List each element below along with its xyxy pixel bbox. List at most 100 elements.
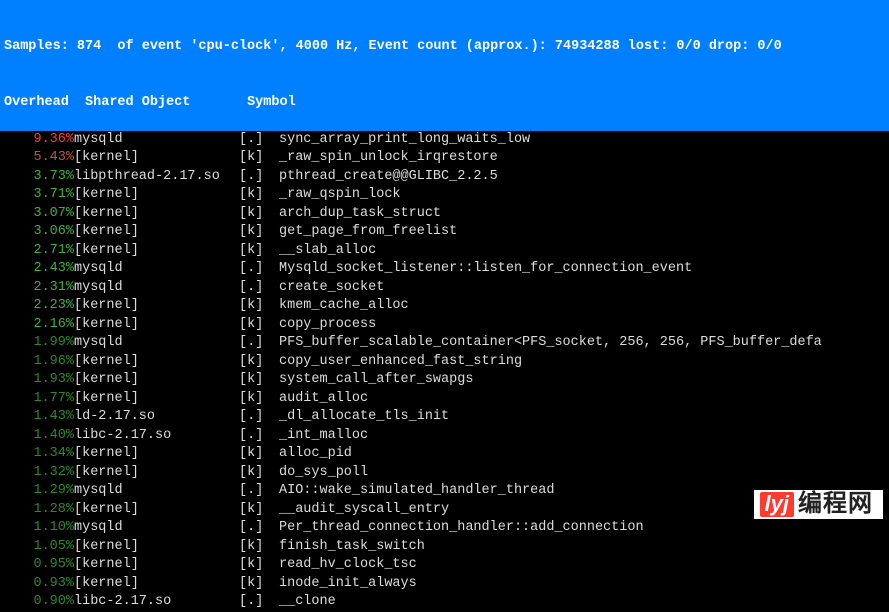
perf-row[interactable]: 1.99% mysqld[.]PFS_buffer_scalable_conta… bbox=[4, 334, 885, 353]
symbol-name: __clone bbox=[279, 593, 336, 612]
shared-object: mysqld bbox=[74, 334, 239, 353]
symbol-name: finish_task_switch bbox=[279, 538, 425, 557]
perf-row[interactable]: 3.06% [kernel][k]get_page_from_freelist bbox=[4, 223, 885, 242]
shared-object: [kernel] bbox=[74, 149, 239, 168]
perf-row[interactable]: 1.05% [kernel][k]finish_task_switch bbox=[4, 538, 885, 557]
symbol-flag: [k] bbox=[239, 556, 279, 575]
symbol-flag: [k] bbox=[239, 186, 279, 205]
overhead-value: 1.93% bbox=[4, 371, 74, 390]
shared-object: [kernel] bbox=[74, 371, 239, 390]
symbol-flag: [.] bbox=[239, 482, 279, 501]
symbol-flag: [k] bbox=[239, 223, 279, 242]
symbol-flag: [k] bbox=[239, 242, 279, 261]
symbol-flag: [k] bbox=[239, 390, 279, 409]
overhead-value: 1.28% bbox=[4, 501, 74, 520]
shared-object: mysqld bbox=[74, 260, 239, 279]
shared-object: mysqld bbox=[74, 279, 239, 298]
perf-row[interactable]: 0.93% [kernel][k]inode_init_always bbox=[4, 575, 885, 594]
symbol-name: do_sys_poll bbox=[279, 464, 368, 483]
shared-object: mysqld bbox=[74, 131, 239, 150]
perf-rows[interactable]: 9.36% mysqld[.]sync_array_print_long_wai… bbox=[0, 131, 889, 612]
shared-object: mysqld bbox=[74, 519, 239, 538]
watermark-logo: lyj bbox=[760, 492, 794, 517]
overhead-value: 2.16% bbox=[4, 316, 74, 335]
perf-row[interactable]: 3.07% [kernel][k]arch_dup_task_struct bbox=[4, 205, 885, 224]
shared-object: [kernel] bbox=[74, 205, 239, 224]
perf-row[interactable]: 1.32% [kernel][k]do_sys_poll bbox=[4, 464, 885, 483]
symbol-name: pthread_create@@GLIBC_2.2.5 bbox=[279, 168, 498, 187]
overhead-value: 3.07% bbox=[4, 205, 74, 224]
symbol-flag: [.] bbox=[239, 519, 279, 538]
perf-row[interactable]: 1.40% libc-2.17.so[.]_int_malloc bbox=[4, 427, 885, 446]
symbol-name: sync_array_print_long_waits_low bbox=[279, 131, 530, 150]
perf-row[interactable]: 1.77% [kernel][k]audit_alloc bbox=[4, 390, 885, 409]
overhead-value: 2.31% bbox=[4, 279, 74, 298]
perf-row[interactable]: 3.73% libpthread-2.17.so[.]pthread_creat… bbox=[4, 168, 885, 187]
symbol-flag: [.] bbox=[239, 427, 279, 446]
shared-object: libc-2.17.so bbox=[74, 427, 239, 446]
symbol-name: _raw_spin_unlock_irqrestore bbox=[279, 149, 498, 168]
symbol-name: __slab_alloc bbox=[279, 242, 376, 261]
overhead-value: 0.90% bbox=[4, 593, 74, 612]
shared-object: [kernel] bbox=[74, 297, 239, 316]
symbol-flag: [.] bbox=[239, 260, 279, 279]
symbol-name: read_hv_clock_tsc bbox=[279, 556, 417, 575]
overhead-value: 5.43% bbox=[4, 149, 74, 168]
symbol-name: get_page_from_freelist bbox=[279, 223, 457, 242]
perf-row[interactable]: 2.71% [kernel][k]__slab_alloc bbox=[4, 242, 885, 261]
symbol-name: copy_user_enhanced_fast_string bbox=[279, 353, 522, 372]
perf-row[interactable]: 0.90% libc-2.17.so[.]__clone bbox=[4, 593, 885, 612]
col-shared: Shared Object bbox=[85, 95, 190, 110]
symbol-name: alloc_pid bbox=[279, 445, 352, 464]
shared-object: [kernel] bbox=[74, 390, 239, 409]
overhead-value: 1.05% bbox=[4, 538, 74, 557]
perf-row[interactable]: 1.10% mysqld[.]Per_thread_connection_han… bbox=[4, 519, 885, 538]
symbol-flag: [k] bbox=[239, 445, 279, 464]
symbol-name: Per_thread_connection_handler::add_conne… bbox=[279, 519, 644, 538]
overhead-value: 1.77% bbox=[4, 390, 74, 409]
symbol-name: AIO::wake_simulated_handler_thread bbox=[279, 482, 554, 501]
symbol-flag: [.] bbox=[239, 168, 279, 187]
overhead-value: 1.96% bbox=[4, 353, 74, 372]
symbol-flag: [k] bbox=[239, 205, 279, 224]
shared-object: libc-2.17.so bbox=[74, 593, 239, 612]
symbol-name: create_socket bbox=[279, 279, 384, 298]
symbol-name: _raw_qspin_lock bbox=[279, 186, 401, 205]
shared-object: mysqld bbox=[74, 482, 239, 501]
symbol-name: audit_alloc bbox=[279, 390, 368, 409]
shared-object: [kernel] bbox=[74, 316, 239, 335]
shared-object: [kernel] bbox=[74, 186, 239, 205]
perf-row[interactable]: 1.93% [kernel][k]system_call_after_swapg… bbox=[4, 371, 885, 390]
overhead-value: 9.36% bbox=[4, 131, 74, 150]
overhead-value: 3.06% bbox=[4, 223, 74, 242]
symbol-name: kmem_cache_alloc bbox=[279, 297, 409, 316]
perf-row[interactable]: 2.23% [kernel][k]kmem_cache_alloc bbox=[4, 297, 885, 316]
shared-object: [kernel] bbox=[74, 445, 239, 464]
perf-row[interactable]: 2.31% mysqld[.]create_socket bbox=[4, 279, 885, 298]
perf-row[interactable]: 1.43% ld-2.17.so[.]_dl_allocate_tls_init bbox=[4, 408, 885, 427]
perf-row[interactable]: 1.96% [kernel][k]copy_user_enhanced_fast… bbox=[4, 353, 885, 372]
perf-row[interactable]: 0.95% [kernel][k]read_hv_clock_tsc bbox=[4, 556, 885, 575]
symbol-name: _int_malloc bbox=[279, 427, 368, 446]
perf-row[interactable]: 2.43% mysqld[.]Mysqld_socket_listener::l… bbox=[4, 260, 885, 279]
overhead-value: 0.95% bbox=[4, 556, 74, 575]
perf-row[interactable]: 2.16% [kernel][k]copy_process bbox=[4, 316, 885, 335]
symbol-name: __audit_syscall_entry bbox=[279, 501, 449, 520]
perf-row[interactable]: 9.36% mysqld[.]sync_array_print_long_wai… bbox=[4, 131, 885, 150]
overhead-value: 2.43% bbox=[4, 260, 74, 279]
shared-object: [kernel] bbox=[74, 575, 239, 594]
symbol-name: PFS_buffer_scalable_container<PFS_socket… bbox=[279, 334, 822, 353]
overhead-value: 1.10% bbox=[4, 519, 74, 538]
symbol-name: system_call_after_swapgs bbox=[279, 371, 473, 390]
perf-row[interactable]: 3.71% [kernel][k]_raw_qspin_lock bbox=[4, 186, 885, 205]
overhead-value: 1.40% bbox=[4, 427, 74, 446]
shared-object: [kernel] bbox=[74, 242, 239, 261]
symbol-flag: [k] bbox=[239, 353, 279, 372]
shared-object: [kernel] bbox=[74, 501, 239, 520]
symbol-name: _dl_allocate_tls_init bbox=[279, 408, 449, 427]
perf-row[interactable]: 1.34% [kernel][k]alloc_pid bbox=[4, 445, 885, 464]
overhead-value: 1.34% bbox=[4, 445, 74, 464]
symbol-flag: [k] bbox=[239, 501, 279, 520]
perf-row[interactable]: 5.43% [kernel][k]_raw_spin_unlock_irqres… bbox=[4, 149, 885, 168]
overhead-value: 0.93% bbox=[4, 575, 74, 594]
